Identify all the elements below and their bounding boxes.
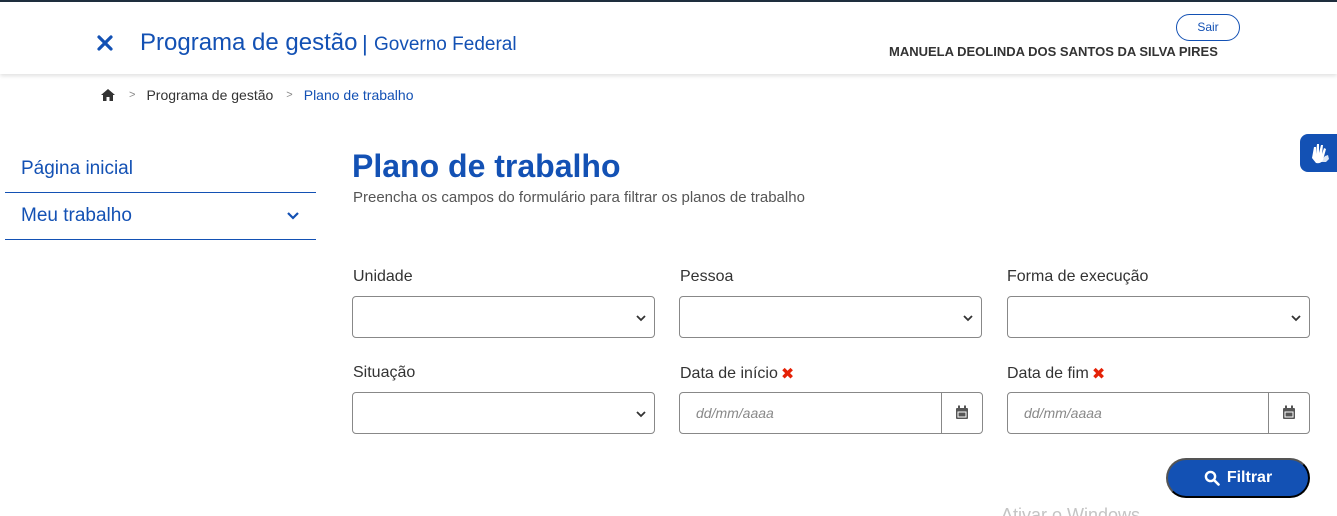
app-title: Programa de gestão bbox=[140, 29, 358, 56]
user-name: MANUELA DEOLINDA DOS SANTOS DA SILVA PIR… bbox=[889, 44, 1218, 59]
data-fim-input[interactable]: dd/mm/aaaa bbox=[1007, 392, 1310, 434]
data-inicio-label-text: Data de início bbox=[680, 365, 778, 382]
app-subtitle: Governo Federal bbox=[374, 34, 517, 55]
home-icon[interactable] bbox=[100, 88, 116, 102]
title-separator: | bbox=[362, 31, 368, 56]
breadcrumb-item-current: Plano de trabalho bbox=[303, 87, 414, 103]
app-header: Programa de gestão | Governo Federal Sai… bbox=[0, 2, 1337, 74]
data-inicio-input[interactable]: dd/mm/aaaa bbox=[679, 392, 983, 434]
chevron-down-icon[interactable] bbox=[286, 205, 300, 227]
pessoa-label: Pessoa bbox=[680, 268, 734, 285]
windows-activation-watermark: Ativar o Windows bbox=[1001, 505, 1141, 516]
close-icon[interactable] bbox=[94, 32, 116, 54]
date-placeholder: dd/mm/aaaa bbox=[696, 405, 774, 421]
page-title: Plano de trabalho bbox=[352, 148, 621, 184]
filter-button[interactable]: Filtrar bbox=[1166, 458, 1310, 498]
sidebar-item-pagina-inicial[interactable]: Página inicial bbox=[5, 146, 316, 193]
sidebar-menu: Página inicial Meu trabalho bbox=[5, 146, 316, 240]
data-fim-label-text: Data de fim bbox=[1007, 365, 1089, 382]
filter-button-label: Filtrar bbox=[1226, 469, 1273, 486]
chevron-down-icon bbox=[963, 315, 973, 322]
logout-button[interactable]: Sair bbox=[1176, 14, 1240, 41]
data-fim-label: Data de fim ✖ bbox=[1007, 364, 1105, 384]
data-inicio-label: Data de início ✖ bbox=[680, 364, 794, 384]
sidebar-item-label: Meu trabalho bbox=[21, 205, 132, 226]
date-placeholder: dd/mm/aaaa bbox=[1024, 405, 1102, 421]
situacao-label: Situação bbox=[353, 364, 416, 381]
breadcrumb-separator: > bbox=[129, 89, 136, 101]
unidade-select[interactable] bbox=[352, 296, 655, 338]
sign-language-icon[interactable] bbox=[1300, 134, 1337, 172]
required-mark: ✖ bbox=[1091, 366, 1106, 383]
forma-execucao-select[interactable] bbox=[1007, 296, 1310, 338]
breadcrumb: > Programa de gestão > Plano de trabalho bbox=[100, 86, 414, 104]
calendar-icon[interactable] bbox=[941, 393, 982, 433]
chevron-down-icon bbox=[636, 315, 646, 322]
search-icon bbox=[1204, 470, 1220, 486]
page-description: Preencha os campos do formulário para fi… bbox=[353, 189, 805, 206]
breadcrumb-separator: > bbox=[286, 89, 293, 101]
situacao-select[interactable] bbox=[352, 392, 655, 434]
required-mark: ✖ bbox=[780, 366, 795, 383]
breadcrumb-item-programa[interactable]: Programa de gestão bbox=[146, 87, 273, 103]
unidade-label: Unidade bbox=[353, 268, 413, 285]
forma-execucao-label: Forma de execução bbox=[1007, 268, 1149, 285]
chevron-down-icon bbox=[636, 411, 646, 418]
chevron-down-icon bbox=[1291, 315, 1301, 322]
sidebar-item-meu-trabalho[interactable]: Meu trabalho bbox=[5, 193, 316, 240]
sidebar-item-label: Página inicial bbox=[21, 158, 133, 179]
calendar-icon[interactable] bbox=[1268, 393, 1309, 433]
pessoa-select[interactable] bbox=[679, 296, 982, 338]
